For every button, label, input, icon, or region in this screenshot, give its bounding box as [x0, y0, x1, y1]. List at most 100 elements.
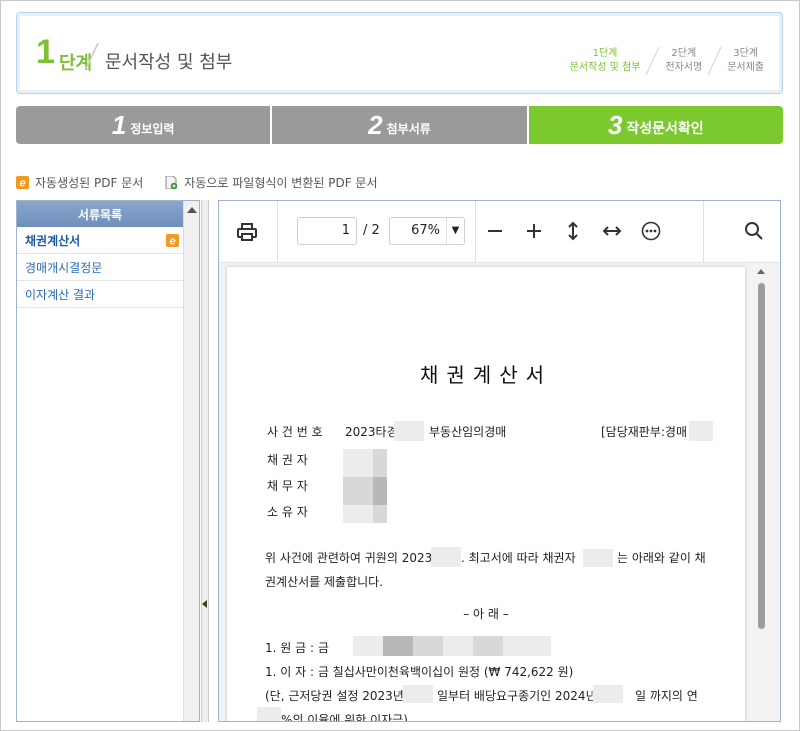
auto-pdf-icon: e: [16, 176, 29, 189]
document-title: 채권계산서: [420, 363, 552, 387]
redacted-block: [373, 477, 387, 505]
paragraph-1a: 위 사건에 관련하여 귀원의 2023: [265, 551, 433, 565]
list-item-label: 이자계산 결과: [25, 287, 96, 302]
tab-label: 정보입력: [130, 121, 175, 136]
paragraph-1c: 는 아래와 같이 채: [617, 551, 706, 565]
tab-number: 3: [607, 109, 623, 140]
note-line-b: 일부터 배당요구종기인 2024년: [437, 689, 597, 703]
tab-label: 작성문서확인: [626, 121, 704, 137]
scrollbar-thumb[interactable]: [758, 283, 765, 629]
pdf-toolbar: 1 / 2 67% ▼: [219, 201, 780, 263]
paragraph-1d: 권계산서를 제출합니다.: [265, 575, 384, 589]
redacted-block: [443, 636, 473, 656]
redacted-block: [503, 636, 533, 656]
redacted-block: [689, 421, 713, 441]
tab-document-review[interactable]: 3 작성문서확인: [528, 106, 783, 144]
more-icon[interactable]: [641, 221, 661, 241]
converted-pdf-icon: [165, 176, 178, 189]
list-scrollbar[interactable]: [183, 201, 199, 721]
mini-step-2-number: 2단계: [671, 48, 697, 59]
redacted-block: [403, 685, 433, 703]
toolbar-divider: [277, 201, 278, 263]
mini-step-divider: [707, 47, 722, 75]
collapse-arrow-icon[interactable]: [202, 600, 207, 608]
mini-step-3-label: 문서제출: [727, 62, 764, 73]
pdf-scrollbar[interactable]: [756, 267, 766, 721]
converted-pdf-label: 자동으로 파일형식이 변환된 PDF 문서: [184, 176, 378, 190]
auto-pdf-icon: e: [166, 234, 179, 247]
mini-step-1: 1단계 문서작성 및 첨부: [564, 47, 647, 75]
owner-label: 소 유 자: [267, 505, 308, 519]
section-heading: – 아 래 –: [463, 607, 509, 621]
redacted-block: [473, 636, 503, 656]
scroll-up-icon[interactable]: [187, 207, 197, 213]
mini-step-divider: [645, 47, 660, 75]
fit-height-icon[interactable]: [563, 221, 583, 241]
assigned-court: [담당재판부:경매: [601, 425, 688, 439]
print-icon[interactable]: [237, 223, 257, 241]
fit-width-icon[interactable]: [602, 221, 622, 241]
mini-step-3: 3단계 문서제출: [721, 47, 770, 75]
wizard-tabs: 1 정보입력 2 첨부서류 3 작성문서확인: [16, 106, 783, 144]
list-item-label: 채권계산서: [25, 233, 81, 248]
redacted-block: [257, 707, 281, 721]
zoom-select[interactable]: 67% ▼: [389, 217, 465, 245]
creditor-label: 채 권 자: [267, 453, 308, 467]
tab-number: 1: [111, 109, 127, 140]
scroll-up-icon[interactable]: [757, 269, 765, 274]
mini-step-2-label: 전자서명: [665, 62, 703, 73]
paragraph-1b: . 최고서에 따라 채권자: [461, 551, 576, 565]
auto-pdf-label: 자동생성된 PDF 문서: [35, 176, 144, 190]
pdf-page: 채권계산서 사 건 번 호 2023타경 부동산임의경매 [담당재판부:경매 채…: [227, 267, 745, 722]
file-legend: e 자동생성된 PDF 문서 자동으로 파일형식이 변환된 PDF 문서: [16, 174, 378, 191]
step-number: 1: [36, 33, 55, 71]
mini-step-3-number: 3단계: [733, 48, 758, 59]
document-list-title: 서류목록: [17, 201, 183, 227]
panel-splitter[interactable]: [201, 200, 209, 722]
note-line-a: (단, 근저당권 설정 2023년: [265, 689, 404, 703]
redacted-block: [343, 477, 373, 505]
redacted-block: [533, 636, 551, 656]
search-icon[interactable]: [744, 221, 764, 241]
redacted-block: [383, 636, 413, 656]
case-type: 부동산임의경매: [429, 425, 507, 439]
tab-info-input[interactable]: 1 정보입력: [16, 106, 273, 144]
step-progress: 1단계 문서작성 및 첨부 2단계 전자서명 3단계 문서제출: [564, 47, 770, 75]
toolbar-divider: [475, 201, 476, 263]
toolbar-divider: [703, 201, 704, 263]
note-line-d: %의 이율에 위한 이자금): [281, 713, 408, 722]
pdf-viewer: 1 / 2 67% ▼ 채권계산서 사 건 번 호 2023타경 부동산임의경매…: [218, 200, 781, 722]
list-item-label: 경매개시결정문: [25, 260, 103, 275]
redacted-block: [413, 636, 443, 656]
document-list-panel: 서류목록 채권계산서 e 경매개시결정문 이자계산 결과: [16, 200, 200, 722]
tab-label: 첨부서류: [386, 121, 431, 136]
note-line-c: 일 까지의 연: [635, 689, 698, 703]
debtor-label: 채 무 자: [267, 479, 308, 493]
redacted-block: [583, 549, 613, 567]
zoom-value: 67%: [411, 223, 440, 238]
zoom-out-icon[interactable]: [485, 221, 505, 241]
svg-text:e: e: [19, 178, 25, 190]
list-item-interest-result[interactable]: 이자계산 결과: [17, 281, 183, 308]
step-header: 1 단계 문서작성 및 첨부 1단계 문서작성 및 첨부 2단계 전자서명 3단…: [16, 12, 783, 94]
chevron-down-icon[interactable]: ▼: [446, 218, 464, 244]
list-item-auction-decision[interactable]: 경매개시결정문: [17, 254, 183, 281]
page-number-input[interactable]: 1: [297, 217, 357, 245]
case-number-prefix: 2023타경: [345, 425, 398, 439]
tab-number: 2: [368, 109, 383, 140]
list-item-claim-statement[interactable]: 채권계산서 e: [17, 227, 183, 254]
page-total: / 2: [363, 223, 380, 238]
mini-step-2: 2단계 전자서명: [659, 47, 708, 75]
case-number-label: 사 건 번 호: [267, 425, 323, 439]
redacted-block: [431, 547, 461, 567]
redacted-block: [593, 685, 623, 703]
redacted-block: [394, 421, 424, 441]
interest-line: 1. 이 자 : 금 칠십사만이천육백이십이 원정 (₩ 742,622 원): [265, 665, 574, 679]
zoom-in-icon[interactable]: [524, 221, 544, 241]
principal-line: 1. 원 금 : 금: [265, 641, 329, 655]
page-title: 문서작성 및 첨부: [105, 52, 233, 73]
redacted-block: [353, 636, 383, 656]
svg-text:e: e: [169, 236, 175, 248]
tab-attachments[interactable]: 2 첨부서류: [272, 106, 529, 144]
mini-step-1-label: 문서작성 및 첨부: [569, 62, 641, 73]
